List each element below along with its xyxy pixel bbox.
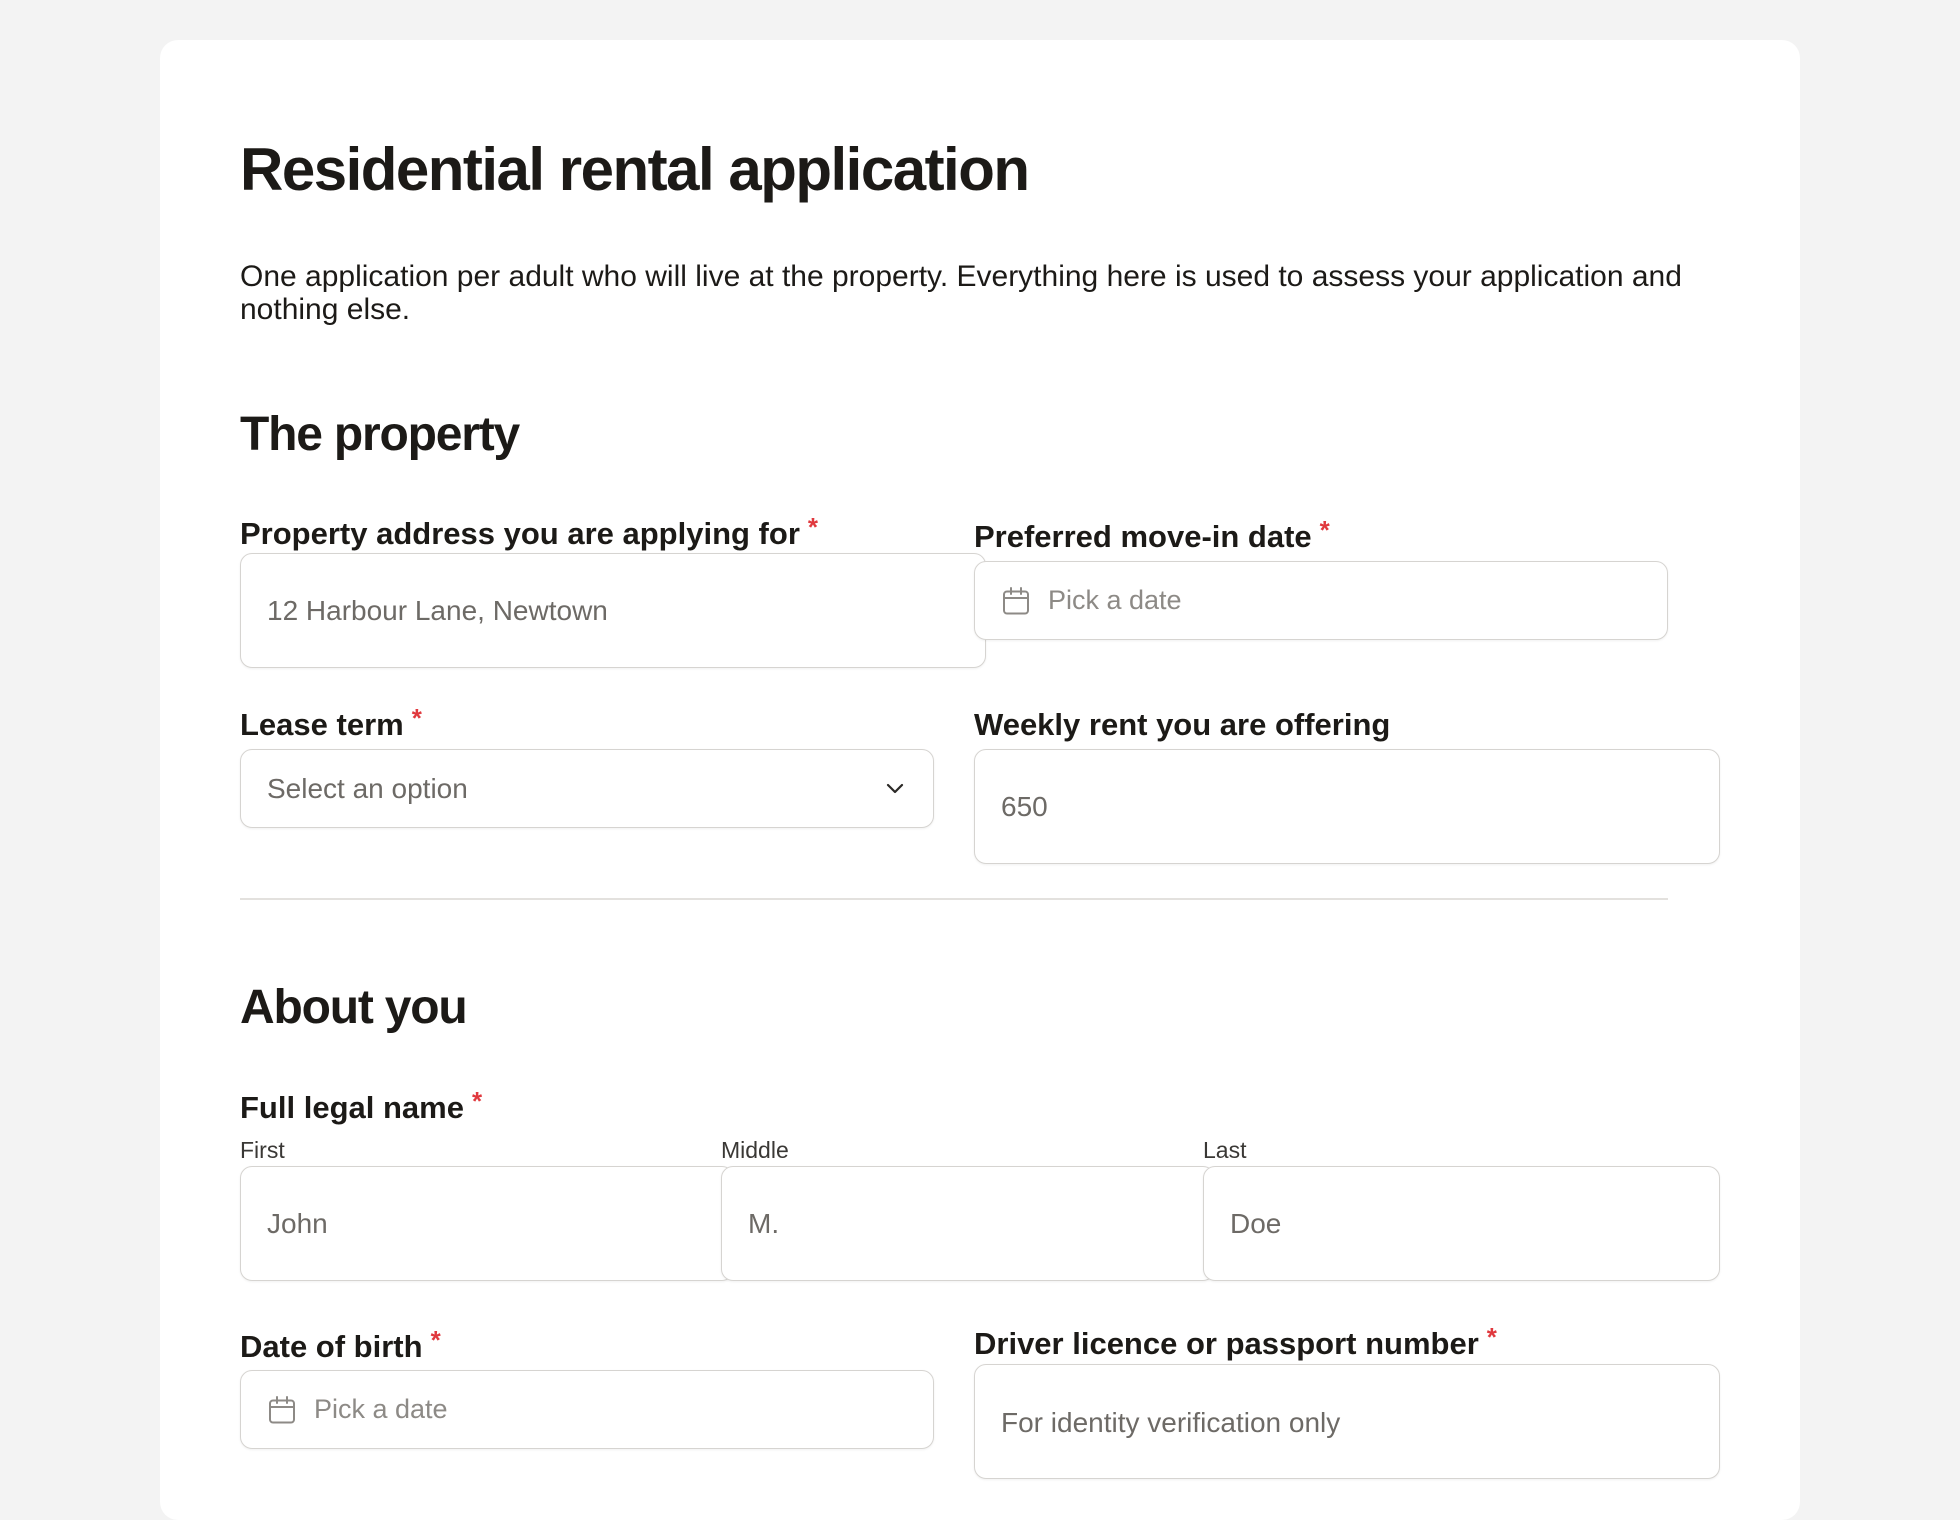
required-asterisk: * — [471, 1086, 483, 1116]
id-number-label: Driver licence or passport number * — [974, 1322, 1497, 1365]
page-title: Residential rental application — [240, 136, 1030, 203]
lease-term-select[interactable]: Select an option — [240, 749, 934, 828]
middle-name-field[interactable] — [721, 1166, 1215, 1281]
address-input[interactable] — [267, 554, 965, 667]
full-name-label-text: Full legal name — [240, 1090, 464, 1125]
middle-name-sublabel: Middle — [721, 1137, 789, 1163]
move-in-date-picker[interactable]: Pick a date — [974, 561, 1668, 640]
lease-term-label: Lease term * — [240, 703, 422, 746]
required-asterisk: * — [430, 1325, 441, 1355]
full-name-label: Full legal name * — [240, 1086, 483, 1129]
first-name-input[interactable] — [267, 1167, 713, 1280]
section-divider — [240, 898, 1668, 900]
dob-label: Date of birth * — [240, 1325, 441, 1368]
required-asterisk: * — [1319, 515, 1330, 545]
chevron-down-icon — [886, 783, 904, 793]
dob-date-picker[interactable]: Pick a date — [240, 1370, 934, 1449]
last-name-field[interactable] — [1203, 1166, 1720, 1281]
id-number-field[interactable] — [974, 1364, 1720, 1480]
required-asterisk: * — [807, 512, 819, 542]
address-field[interactable] — [240, 553, 986, 668]
weekly-rent-input[interactable] — [1001, 750, 1699, 863]
weekly-rent-label-text: Weekly rent you are offering — [974, 707, 1391, 742]
required-asterisk: * — [411, 703, 422, 733]
move-in-label-text: Preferred move-in date — [974, 519, 1312, 554]
calendar-icon — [269, 1395, 295, 1423]
weekly-rent-field[interactable] — [974, 749, 1720, 864]
id-number-input[interactable] — [1001, 1365, 1699, 1480]
id-number-label-text: Driver licence or passport number — [974, 1326, 1479, 1361]
dob-label-text: Date of birth — [240, 1329, 423, 1364]
last-name-sublabel: Last — [1203, 1137, 1247, 1163]
last-name-input[interactable] — [1230, 1167, 1699, 1280]
lease-term-selected-value: Select an option — [267, 772, 468, 804]
first-name-field[interactable] — [240, 1166, 734, 1281]
calendar-icon — [1003, 586, 1029, 614]
middle-name-input[interactable] — [748, 1167, 1194, 1280]
dob-date-placeholder: Pick a date — [314, 1394, 448, 1424]
section-heading-property: The property — [240, 408, 520, 461]
address-label-text: Property address you are applying for — [240, 516, 800, 551]
weekly-rent-label: Weekly rent you are offering — [974, 705, 1390, 745]
move-in-label: Preferred move-in date * — [974, 515, 1330, 558]
section-heading-about: About you — [240, 981, 468, 1034]
address-label: Property address you are applying for * — [240, 512, 819, 555]
intro-text: One application per adult who will live … — [240, 260, 1682, 326]
first-name-sublabel: First — [240, 1137, 285, 1163]
lease-term-label-text: Lease term — [240, 707, 404, 742]
required-asterisk: * — [1486, 1322, 1497, 1352]
move-in-date-placeholder: Pick a date — [1048, 585, 1182, 615]
